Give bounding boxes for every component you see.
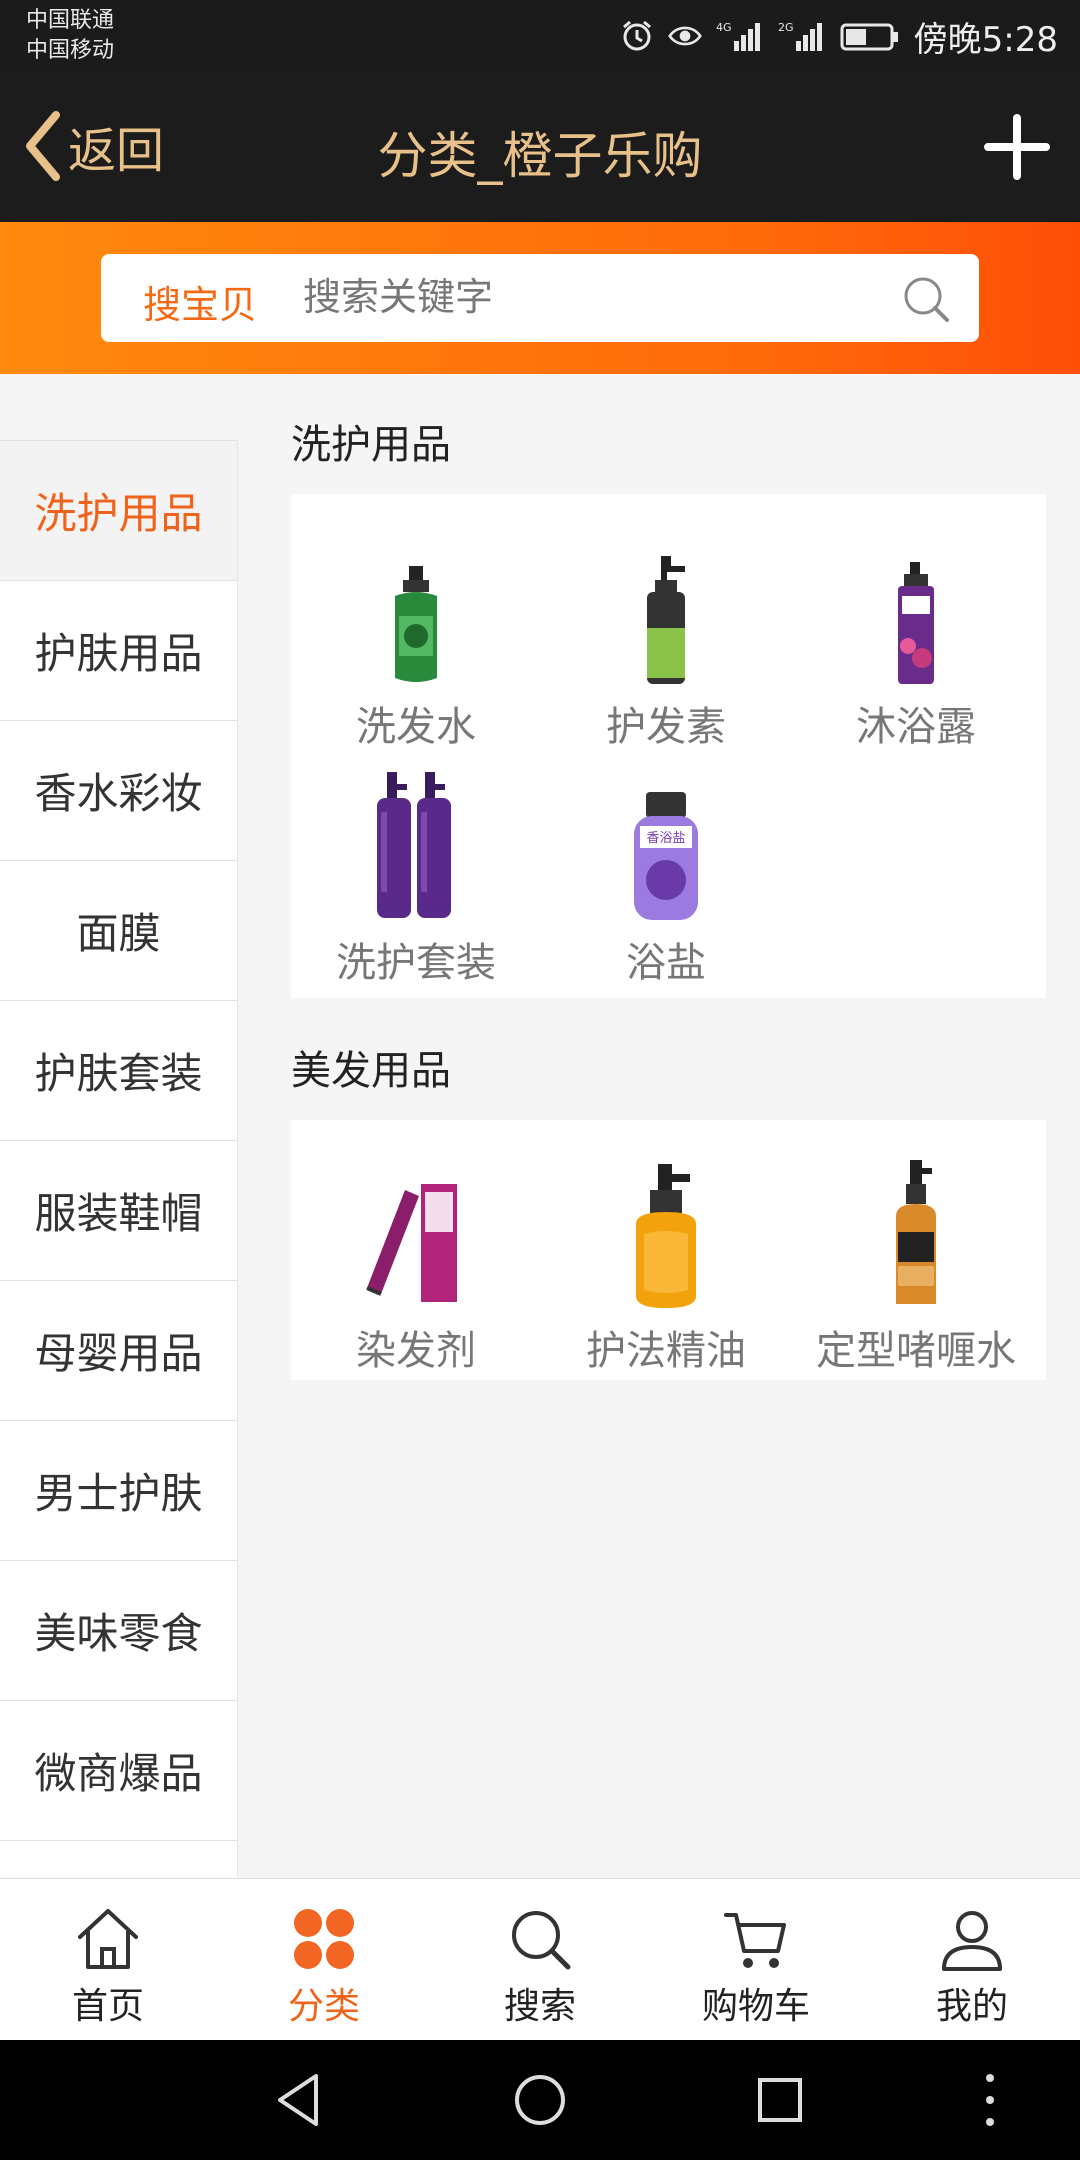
hair-dye-box-icon: [336, 1160, 496, 1310]
product-label: 护法精油: [586, 1328, 746, 1374]
sidebar-item-skin-care[interactable]: 护肤用品: [0, 580, 237, 720]
search-scope-label[interactable]: 搜宝贝: [143, 274, 257, 329]
sidebar-item-partial[interactable]: [0, 1840, 237, 1878]
tab-label: 我的: [935, 1986, 1008, 2027]
product-label: 定型啫喱水: [816, 1328, 1016, 1374]
search-icon[interactable]: [901, 274, 951, 324]
nav-recents-icon[interactable]: [748, 2068, 812, 2132]
body-wash-bottle-icon: [836, 536, 996, 686]
product-cell-hair-oil[interactable]: 护法精油: [541, 1160, 791, 1376]
green-shampoo-bottle-icon: [336, 536, 496, 686]
carrier-info: 中国联通 中国移动: [26, 6, 114, 66]
status-bar: 中国联通 中国移动 4G 2G 傍晚5:28: [0, 0, 1080, 72]
bath-salt-jar-label: 香浴盐: [646, 831, 685, 846]
bath-salt-jar-icon: 香浴盐: [586, 772, 746, 922]
section-title-wash-care: 洗护用品: [291, 422, 451, 468]
eye-icon: [667, 19, 702, 53]
battery-icon: [840, 19, 900, 53]
sidebar-item-wash-care[interactable]: 洗护用品: [0, 440, 237, 580]
product-cell-styling-spray[interactable]: 定型啫喱水: [791, 1160, 1041, 1376]
product-label: 洗护套装: [336, 940, 496, 986]
tab-label: 分类: [287, 1986, 360, 2027]
tab-label: 首页: [71, 1986, 144, 2027]
conditioner-bottle-icon: [586, 536, 746, 686]
hair-oil-bottle-icon: [586, 1160, 746, 1310]
sidebar-item-label: 母婴用品: [34, 1329, 203, 1378]
nav-back-icon[interactable]: [268, 2068, 332, 2132]
product-cell-bath-salt[interactable]: 香浴盐 浴盐: [541, 772, 791, 988]
section-title-hair-care: 美发用品: [291, 1048, 451, 1094]
network-1-label: 4G: [716, 21, 732, 34]
search-band: 搜宝贝: [0, 222, 1080, 374]
tab-home[interactable]: 首页: [0, 1879, 216, 2040]
cart-icon: [724, 1913, 786, 1968]
sidebar-item-snacks[interactable]: 美味零食: [0, 1560, 237, 1700]
page-title: 分类_橙子乐购: [377, 127, 703, 185]
search-input[interactable]: [303, 268, 863, 326]
sidebar-item-perfume-makeup[interactable]: 香水彩妆: [0, 720, 237, 860]
sidebar-item-clothing[interactable]: 服装鞋帽: [0, 1140, 237, 1280]
product-cell-hair-dye[interactable]: 染发剂: [291, 1160, 541, 1376]
product-label: 洗发水: [356, 704, 476, 750]
sidebar-item-label: 服装鞋帽: [34, 1189, 203, 1238]
tab-search[interactable]: 搜索: [432, 1879, 648, 2040]
tab-label: 购物车: [701, 1986, 810, 2027]
carrier-1: 中国联通: [26, 8, 115, 33]
styling-spray-bottle-icon: [836, 1160, 996, 1310]
sidebar-item-label: 面膜: [76, 909, 161, 958]
sidebar-item-label: 护肤用品: [34, 629, 203, 678]
search-icon: [512, 1911, 571, 1970]
category-sidebar: 洗护用品 护肤用品 香水彩妆 面膜 护肤套装 服装鞋帽 母婴用品 男士护肤 美味…: [0, 440, 238, 1878]
sidebar-item-mother-baby[interactable]: 母婴用品: [0, 1280, 237, 1420]
carrier-2: 中国移动: [26, 38, 115, 63]
app-header: 返回 分类_橙子乐购: [0, 72, 1080, 222]
system-nav-bar: [0, 2040, 1080, 2160]
sidebar-item-label: 护肤套装: [34, 1049, 203, 1098]
sidebar-item-hot-products[interactable]: 微商爆品: [0, 1700, 237, 1840]
network-2-label: 2G: [778, 21, 794, 34]
product-panel-wash-care: 洗发水 护发素 沐浴露 洗护套装 香浴盐 浴盐: [291, 494, 1046, 998]
product-cell-shampoo[interactable]: 洗发水: [291, 536, 541, 752]
bottom-tab-bar: 首页 分类 搜索 购物车 我的: [0, 1878, 1080, 2040]
sidebar-item-label: 微商爆品: [34, 1749, 203, 1798]
product-cell-shampoo-set[interactable]: 洗护套装: [291, 772, 541, 988]
product-label: 染发剂: [356, 1328, 476, 1374]
alarm-icon: [620, 19, 654, 53]
product-cell-body-wash[interactable]: 沐浴露: [791, 536, 1041, 752]
product-panel-hair-care: 染发剂 护法精油 定型啫喱水: [291, 1120, 1046, 1380]
product-label: 沐浴露: [856, 704, 976, 750]
add-button[interactable]: [984, 114, 1050, 180]
signal-2g-icon: 2G: [778, 19, 826, 53]
sidebar-item-label: 洗护用品: [34, 489, 203, 538]
product-label: 浴盐: [626, 940, 706, 986]
product-label: 护发素: [606, 704, 726, 750]
product-cell-conditioner[interactable]: 护发素: [541, 536, 791, 752]
category-grid-icon: [294, 1909, 354, 1969]
tab-cart[interactable]: 购物车: [648, 1879, 864, 2040]
sidebar-item-label: 美味零食: [34, 1609, 203, 1658]
clock: 傍晚5:28: [913, 19, 1058, 60]
nav-home-icon[interactable]: [508, 2068, 572, 2132]
home-icon: [78, 1909, 138, 1969]
sidebar-item-skin-care-set[interactable]: 护肤套装: [0, 1000, 237, 1140]
tab-me[interactable]: 我的: [864, 1879, 1080, 2040]
sidebar-item-label: 男士护肤: [34, 1469, 203, 1518]
sidebar-item-label: 香水彩妆: [34, 769, 203, 818]
user-icon: [942, 1911, 1002, 1971]
nav-more-icon[interactable]: [958, 2068, 1022, 2132]
plus-icon: [984, 114, 1050, 180]
shampoo-set-icon: [336, 772, 496, 922]
sidebar-item-mens-care[interactable]: 男士护肤: [0, 1420, 237, 1560]
tab-label: 搜索: [503, 1986, 576, 2027]
status-icons: 4G 2G 傍晚5:28: [620, 0, 1058, 72]
tab-category[interactable]: 分类: [216, 1879, 432, 2040]
signal-4g-icon: 4G: [716, 19, 764, 53]
search-box[interactable]: 搜宝贝: [101, 254, 979, 342]
sidebar-item-face-mask[interactable]: 面膜: [0, 860, 237, 1000]
